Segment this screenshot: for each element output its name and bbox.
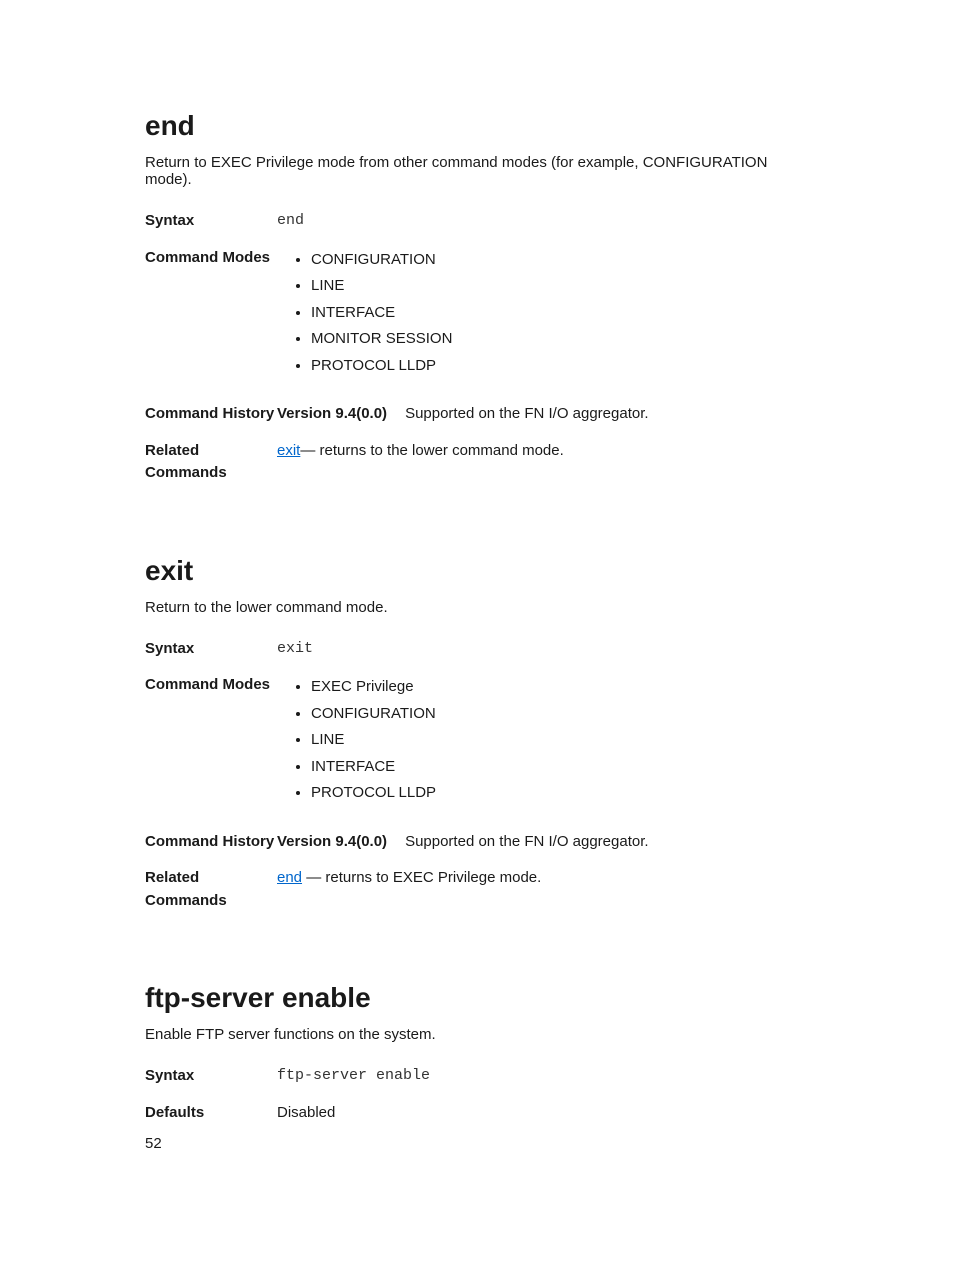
page-content: end Return to EXEC Privilege mode from o… — [0, 0, 954, 1124]
section-description: Enable FTP server functions on the syste… — [145, 1026, 809, 1043]
history-note: Supported on the FN I/O aggregator. — [405, 403, 649, 426]
mode-item: PROTOCOL LLDP — [311, 782, 809, 805]
label-command-history: Command History — [145, 831, 277, 854]
mode-item: CONFIGURATION — [311, 703, 809, 726]
link-end[interactable]: end — [277, 869, 302, 886]
row-defaults: Defaults Disabled — [145, 1102, 809, 1125]
value-syntax: exit — [277, 638, 809, 661]
value-defaults: Disabled — [277, 1102, 809, 1125]
label-related-commands: Related Commands — [145, 867, 277, 912]
value-syntax: end — [277, 210, 809, 233]
section-heading-ftp-server-enable: ftp-server enable — [145, 982, 809, 1014]
section-description: Return to EXEC Privilege mode from other… — [145, 154, 809, 188]
row-command-modes: Command Modes CONFIGURATION LINE INTERFA… — [145, 247, 809, 382]
history-note: Supported on the FN I/O aggregator. — [405, 831, 649, 854]
label-syntax: Syntax — [145, 210, 277, 233]
row-syntax: Syntax end — [145, 210, 809, 233]
row-command-modes: Command Modes EXEC Privilege CONFIGURATI… — [145, 674, 809, 809]
label-related-commands: Related Commands — [145, 440, 277, 485]
row-syntax: Syntax exit — [145, 638, 809, 661]
label-syntax: Syntax — [145, 1065, 277, 1088]
related-text: — returns to the lower command mode. — [300, 442, 563, 459]
mode-item: INTERFACE — [311, 302, 809, 325]
mode-item: INTERFACE — [311, 756, 809, 779]
mode-item: CONFIGURATION — [311, 249, 809, 272]
command-modes-list: CONFIGURATION LINE INTERFACE MONITOR SES… — [277, 249, 809, 378]
label-command-modes: Command Modes — [145, 247, 277, 270]
section-description: Return to the lower command mode. — [145, 599, 809, 616]
command-modes-list: EXEC Privilege CONFIGURATION LINE INTERF… — [277, 676, 809, 805]
row-syntax: Syntax ftp-server enable — [145, 1065, 809, 1088]
label-command-history: Command History — [145, 403, 277, 426]
mode-item: EXEC Privilege — [311, 676, 809, 699]
value-syntax: ftp-server enable — [277, 1065, 809, 1088]
label-syntax: Syntax — [145, 638, 277, 661]
row-related-commands: Related Commands exit— returns to the lo… — [145, 440, 809, 485]
label-command-modes: Command Modes — [145, 674, 277, 697]
page-number: 52 — [145, 1135, 162, 1152]
link-exit[interactable]: exit — [277, 442, 300, 459]
section-heading-end: end — [145, 110, 809, 142]
history-version: Version 9.4(0.0) — [277, 831, 387, 854]
mode-item: PROTOCOL LLDP — [311, 355, 809, 378]
row-command-history: Command History Version 9.4(0.0) Support… — [145, 831, 809, 854]
section-heading-exit: exit — [145, 555, 809, 587]
related-text: — returns to EXEC Privilege mode. — [302, 869, 541, 886]
history-version: Version 9.4(0.0) — [277, 403, 387, 426]
mode-item: LINE — [311, 729, 809, 752]
label-defaults: Defaults — [145, 1102, 277, 1125]
row-related-commands: Related Commands end — returns to EXEC P… — [145, 867, 809, 912]
mode-item: MONITOR SESSION — [311, 328, 809, 351]
row-command-history: Command History Version 9.4(0.0) Support… — [145, 403, 809, 426]
mode-item: LINE — [311, 275, 809, 298]
